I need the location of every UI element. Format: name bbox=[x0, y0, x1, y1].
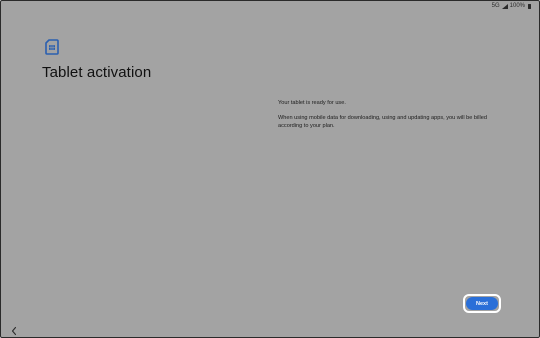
battery-icon bbox=[528, 3, 531, 9]
ready-text: Your tablet is ready for use. bbox=[278, 100, 346, 106]
back-chevron-icon[interactable] bbox=[10, 323, 18, 336]
activation-message: Your tablet is ready for use. When using… bbox=[278, 99, 503, 137]
battery-label: 100% bbox=[509, 3, 525, 9]
status-bar: 5G 100% bbox=[492, 3, 531, 9]
page-title: Tablet activation bbox=[42, 64, 152, 81]
next-button[interactable]: Next bbox=[466, 297, 498, 310]
sim-card-icon bbox=[45, 39, 59, 55]
signal-icon bbox=[501, 3, 508, 9]
billing-notice: When using mobile data for downloading, … bbox=[278, 115, 487, 129]
network-label: 5G bbox=[491, 3, 500, 9]
setup-screen: 5G 100% Tablet activation Your tablet is… bbox=[0, 0, 540, 338]
